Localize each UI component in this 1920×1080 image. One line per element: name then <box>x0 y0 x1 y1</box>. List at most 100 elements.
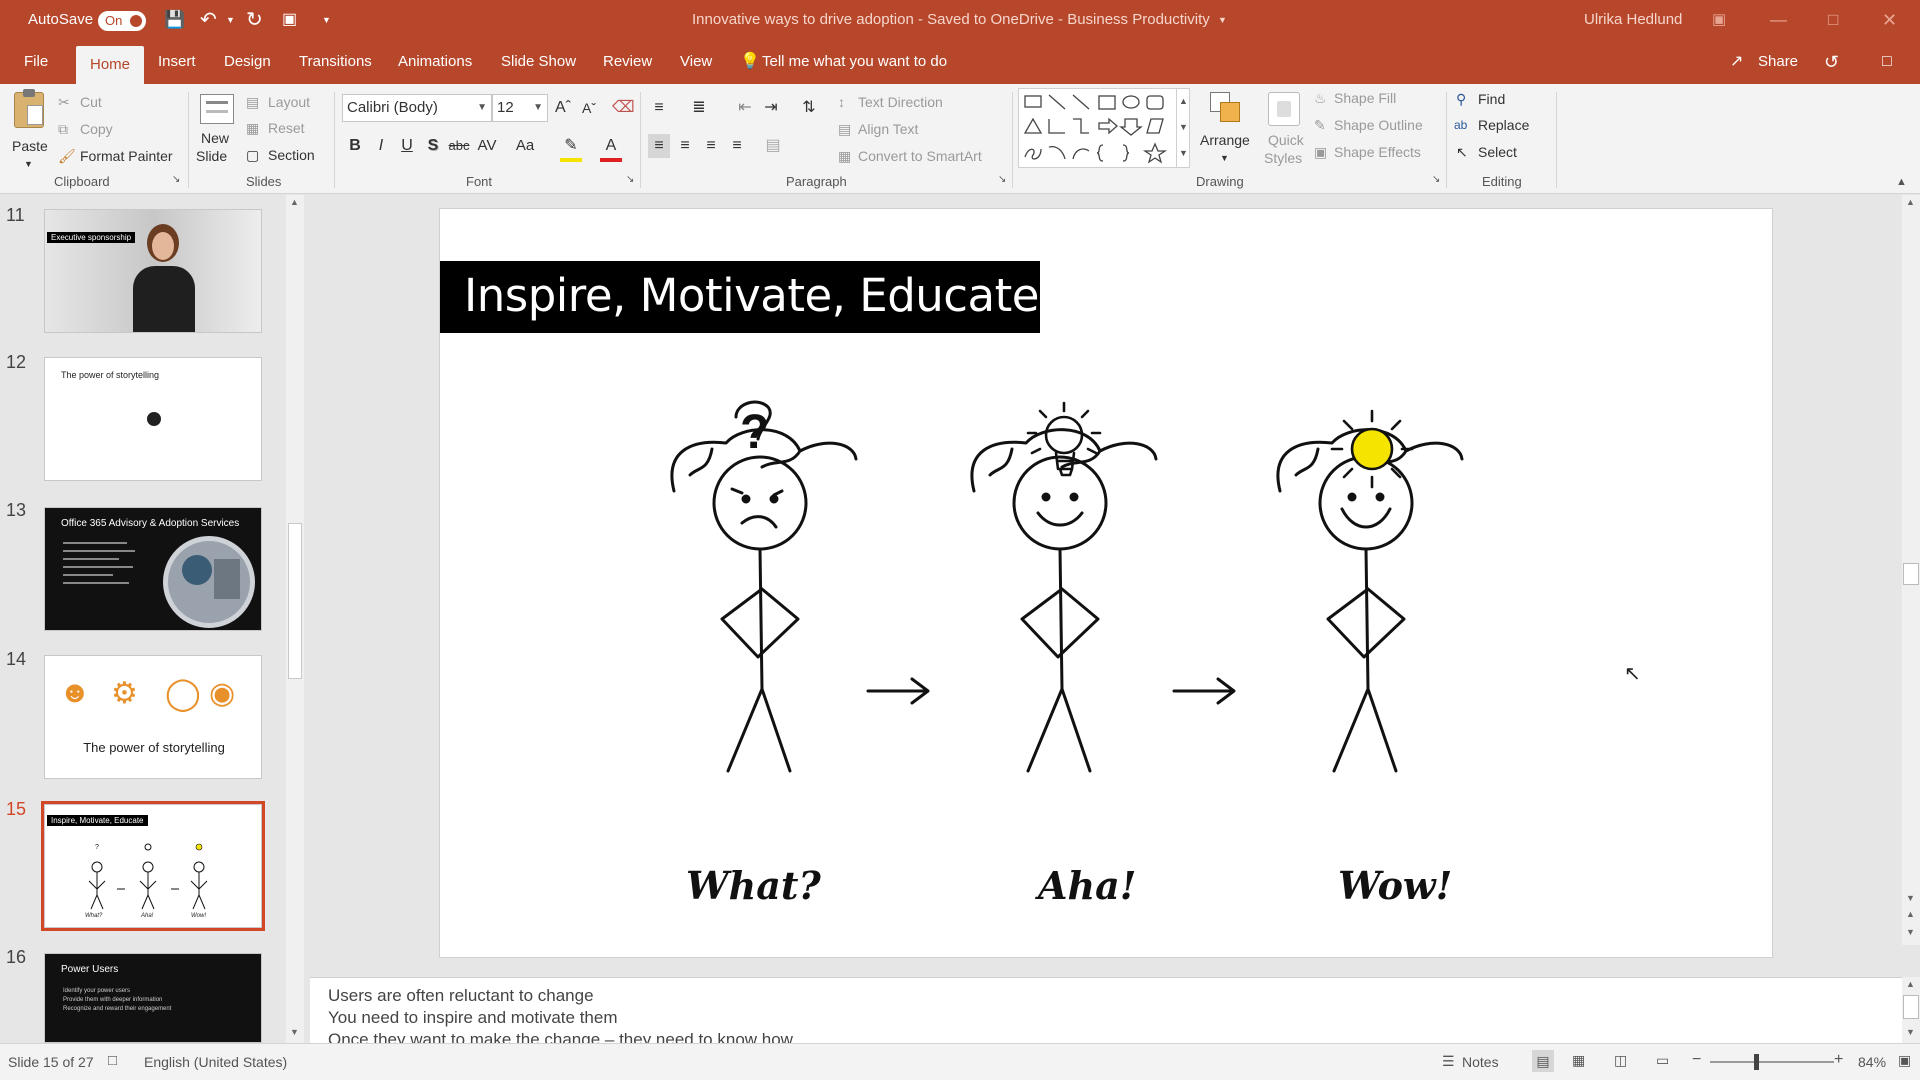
slide-title-box[interactable]: Inspire, Motivate, Educate <box>440 261 1040 333</box>
find-button[interactable]: Find <box>1478 89 1505 109</box>
numbering-icon[interactable]: ≣ <box>688 96 710 120</box>
font-name-combo[interactable]: Calibri (Body) ▼ <box>342 94 492 122</box>
format-painter-button[interactable]: Format Painter <box>80 146 173 166</box>
notes-pane[interactable]: Users are often reluctant to change You … <box>310 977 1902 1043</box>
scroll-down-icon[interactable]: ▼ <box>290 1027 299 1037</box>
tab-review[interactable]: Review <box>603 40 652 84</box>
thumbnail-slide-16[interactable]: Power Users Identify your power users Pr… <box>44 953 262 1043</box>
tab-home[interactable]: Home <box>76 46 145 84</box>
font-color-icon[interactable]: A <box>600 134 622 162</box>
scroll-up-icon[interactable]: ▲ <box>290 197 299 207</box>
tab-design[interactable]: Design <box>224 40 271 84</box>
redo-icon[interactable]: ↻ <box>246 0 263 40</box>
user-name[interactable]: Ulrika Hedlund <box>1584 0 1682 40</box>
slide-scroll-thumb[interactable] <box>1903 563 1919 585</box>
slide-sorter-icon[interactable]: ▦ <box>1572 1052 1585 1069</box>
collapse-ribbon-icon[interactable]: ▲ <box>1896 172 1907 192</box>
copy-button[interactable]: Copy <box>80 119 113 139</box>
shape-outline-button[interactable]: Shape Outline <box>1334 115 1423 135</box>
highlight-icon[interactable]: ✎ <box>560 134 582 162</box>
text-direction-button[interactable]: Text Direction <box>858 92 943 112</box>
restore-icon[interactable]: □ <box>1828 0 1838 40</box>
align-center-icon[interactable]: ≡ <box>674 134 696 158</box>
scroll-up-icon[interactable]: ▲ <box>1906 197 1915 207</box>
strikethrough-icon[interactable]: abc <box>448 134 470 158</box>
justify-icon[interactable]: ≡ <box>726 134 748 158</box>
zoom-out-icon[interactable]: − <box>1692 1051 1701 1069</box>
spelling-icon[interactable]: □ <box>108 1052 117 1069</box>
tab-transitions[interactable]: Transitions <box>299 40 372 84</box>
fit-to-window-icon[interactable]: ▣ <box>1898 1052 1911 1069</box>
increase-font-icon[interactable]: Aˆ <box>552 96 574 120</box>
drawing-launcher-icon[interactable]: ↘ <box>1432 174 1440 185</box>
scroll-down-icon[interactable]: ▼ <box>1906 1027 1915 1037</box>
slide-canvas[interactable]: Inspire, Motivate, Educate ? What? Aha! … <box>439 208 1773 958</box>
tab-view[interactable]: View <box>680 40 712 84</box>
share-icon[interactable]: ↗ <box>1730 40 1743 84</box>
align-right-icon[interactable]: ≡ <box>700 134 722 158</box>
line-spacing-icon[interactable]: ⇅ <box>798 96 820 120</box>
save-icon[interactable]: 💾 <box>164 0 185 40</box>
title-dropdown-icon[interactable]: ▼ <box>1218 0 1227 40</box>
tab-slide-show[interactable]: Slide Show <box>501 40 576 84</box>
align-left-icon[interactable]: ≡ <box>648 134 670 158</box>
italic-icon[interactable]: I <box>370 134 392 158</box>
shadow-icon[interactable]: S <box>422 134 444 158</box>
share-button[interactable]: Share <box>1758 40 1798 84</box>
zoom-in-icon[interactable]: + <box>1834 1051 1843 1069</box>
columns-icon[interactable]: ▤ <box>762 134 784 158</box>
thumbnail-scrollbar[interactable]: ▲ ▼ <box>286 195 304 1043</box>
tab-insert[interactable]: Insert <box>158 40 196 84</box>
paragraph-launcher-icon[interactable]: ↘ <box>998 174 1006 185</box>
thumbnail-slide-13[interactable]: Office 365 Advisory & Adoption Services <box>44 507 262 631</box>
cut-button[interactable]: Cut <box>80 92 102 112</box>
font-launcher-icon[interactable]: ↘ <box>626 174 634 185</box>
quick-styles-button[interactable]: Quick Styles <box>1258 90 1310 174</box>
clear-formatting-icon[interactable]: ⌫ <box>612 96 635 120</box>
underline-icon[interactable]: U <box>396 134 418 158</box>
thumbnail-slide-11[interactable]: Executive sponsorship <box>44 209 262 333</box>
character-spacing-icon[interactable]: AV <box>476 134 498 158</box>
thumbnail-slide-12[interactable]: The power of storytelling <box>44 357 262 481</box>
tell-me-search[interactable]: Tell me what you want to do <box>762 40 947 84</box>
zoom-level[interactable]: 84% <box>1858 1054 1886 1070</box>
slide-show-icon[interactable]: ▭ <box>1656 1052 1669 1069</box>
undo-icon[interactable]: ↶ <box>200 0 217 40</box>
decrease-indent-icon[interactable]: ⇤ <box>734 96 756 120</box>
arrange-button[interactable]: Arrange ▼ <box>1198 90 1254 174</box>
increase-indent-icon[interactable]: ⇥ <box>760 96 782 120</box>
zoom-slider[interactable] <box>1710 1054 1834 1070</box>
thumbnail-slide-15[interactable]: Inspire, Motivate, Educate ? What? Aha! … <box>41 801 265 931</box>
normal-view-icon[interactable]: ▤ <box>1532 1050 1554 1072</box>
undo-dropdown-icon[interactable]: ▼ <box>226 0 235 40</box>
change-case-icon[interactable]: Aa <box>514 134 536 158</box>
select-button[interactable]: Select <box>1478 142 1517 162</box>
thumbnail-slide-14[interactable]: ☻ ⚙ ◯ ◉ The power of storytelling <box>44 655 262 779</box>
notes-toggle-button[interactable]: Notes <box>1462 1054 1499 1070</box>
history-icon[interactable]: ↺ <box>1824 40 1839 84</box>
clipboard-launcher-icon[interactable]: ↘ <box>172 174 180 185</box>
shape-effects-button[interactable]: Shape Effects <box>1334 142 1421 162</box>
bullets-icon[interactable]: ≡ <box>648 96 670 120</box>
convert-smartart-button[interactable]: Convert to SmartArt <box>858 146 982 166</box>
section-button[interactable]: Section <box>268 145 315 165</box>
customize-toolbar-icon[interactable]: ▼ <box>322 0 331 40</box>
tab-animations[interactable]: Animations <box>398 40 472 84</box>
comments-icon[interactable]: □ <box>1882 40 1892 84</box>
thumbnail-scroll-thumb[interactable] <box>288 523 302 679</box>
ribbon-display-icon[interactable]: ▣ <box>1712 0 1726 40</box>
decrease-font-icon[interactable]: Aˇ <box>578 96 600 120</box>
language-indicator[interactable]: English (United States) <box>144 1054 287 1070</box>
present-icon[interactable]: ▣ <box>282 0 297 40</box>
shape-fill-button[interactable]: Shape Fill <box>1334 88 1396 108</box>
zoom-slider-thumb[interactable] <box>1754 1054 1759 1070</box>
slide-counter[interactable]: Slide 15 of 27 <box>8 1054 94 1070</box>
shapes-gallery-scroll[interactable]: ▲ ▼ ▼ <box>1176 88 1190 168</box>
paste-button[interactable]: Paste ▼ <box>10 89 50 174</box>
replace-button[interactable]: Replace <box>1478 115 1529 135</box>
reset-button[interactable]: Reset <box>268 118 305 138</box>
minimize-icon[interactable]: — <box>1770 0 1787 40</box>
new-slide-button[interactable]: New Slide <box>196 90 240 174</box>
next-slide-icon[interactable]: ▼ <box>1906 927 1915 937</box>
notes-scrollbar[interactable]: ▲ ▼ <box>1902 977 1920 1043</box>
